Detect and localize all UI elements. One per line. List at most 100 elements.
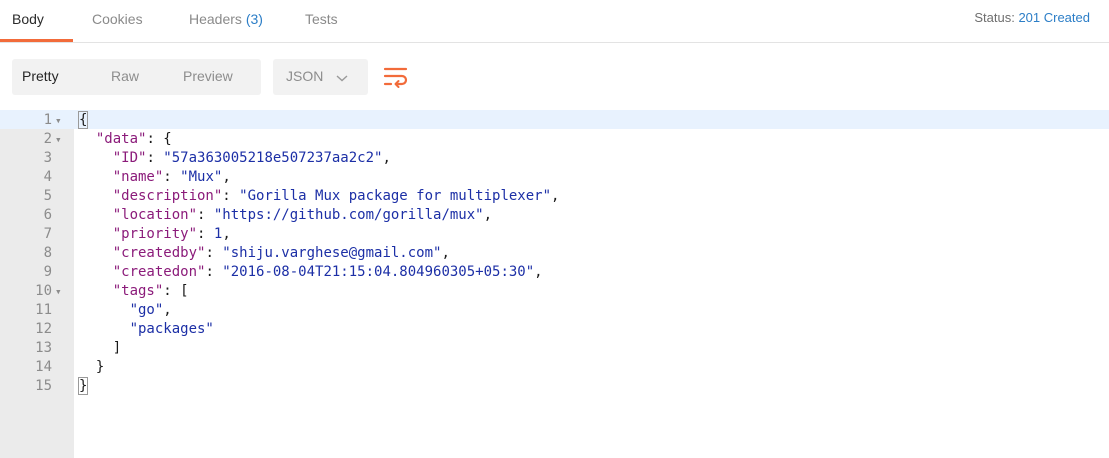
line-number: 3 <box>43 150 52 166</box>
line-number: 4 <box>43 169 52 185</box>
code-text: "ID": "57a363005218e507237aa2c2", <box>79 149 391 168</box>
line-number: 10 <box>35 283 52 299</box>
line-number: 12 <box>35 321 52 337</box>
json-punctuation: { <box>77 111 89 129</box>
json-key: "description" <box>112 188 223 204</box>
wrap-lines-button[interactable] <box>381 62 411 92</box>
code-text: "name": "Mux", <box>79 168 231 187</box>
format-select[interactable]: JSON <box>273 59 368 95</box>
code-text: "priority": 1, <box>79 225 231 244</box>
wrap-lines-icon <box>381 67 411 96</box>
json-punctuation: } <box>95 359 105 375</box>
json-punctuation: : <box>163 169 181 185</box>
json-key: "location" <box>112 207 198 223</box>
status-value: 201 Created <box>1018 10 1090 25</box>
json-key: "name" <box>112 169 164 185</box>
json-value: "Gorilla Mux package for multiplexer" <box>239 188 552 204</box>
tab-headers[interactable]: Headers (3) <box>189 11 263 27</box>
code-text: "go", <box>79 301 172 320</box>
fold-toggle-icon[interactable]: ▾ <box>55 111 62 130</box>
fold-toggle-icon[interactable]: ▾ <box>55 130 62 149</box>
line-number: 14 <box>35 359 52 375</box>
view-mode-raw[interactable]: Raw <box>111 68 139 84</box>
code-text: ] <box>79 339 121 358</box>
json-punctuation: } <box>77 377 89 395</box>
line-number: 15 <box>35 378 52 394</box>
json-value: "57a363005218e507237aa2c2" <box>163 150 383 166</box>
code-line: 3 "ID": "57a363005218e507237aa2c2", <box>0 149 1109 168</box>
code-line: 8 "createdby": "shiju.varghese@gmail.com… <box>0 244 1109 263</box>
view-mode-pretty[interactable]: Pretty <box>22 68 59 84</box>
json-key: "data" <box>95 131 147 147</box>
status-label: Status: <box>974 10 1015 25</box>
code-line: 14 } <box>0 358 1109 377</box>
code-line: 11 "go", <box>0 301 1109 320</box>
code-text: "createdon": "2016-08-04T21:15:04.804960… <box>79 263 543 282</box>
json-key: "priority" <box>112 226 198 242</box>
json-punctuation: : <box>222 188 240 204</box>
tab-tests[interactable]: Tests <box>305 11 338 27</box>
line-number: 11 <box>35 302 52 318</box>
json-punctuation: , <box>483 207 493 223</box>
view-mode-preview[interactable]: Preview <box>183 68 233 84</box>
view-mode-segmented-control: Pretty Raw Preview <box>12 59 261 95</box>
response-tab-bar: Body Cookies Headers (3) Tests Status: 2… <box>0 0 1109 43</box>
code-line: 12 "packages" <box>0 320 1109 339</box>
fold-toggle-icon[interactable]: ▾ <box>55 282 62 301</box>
json-punctuation: : <box>146 150 164 166</box>
json-punctuation: : <box>197 226 214 242</box>
json-punctuation: : <box>205 245 223 261</box>
code-line: 7 "priority": 1, <box>0 225 1109 244</box>
tab-headers-label: Headers <box>189 11 242 27</box>
json-punctuation: : [ <box>163 283 189 299</box>
line-number: 2 <box>43 131 52 147</box>
code-line: 1 ▾ { <box>0 111 1109 130</box>
json-punctuation: , <box>534 264 543 280</box>
code-text: "location": "https://github.com/gorilla/… <box>79 206 492 225</box>
code-line: 6 "location": "https://github.com/gorill… <box>0 206 1109 225</box>
code-text: { <box>77 111 89 130</box>
json-key: "ID" <box>112 150 147 166</box>
line-number: 5 <box>43 188 52 204</box>
json-punctuation: , <box>222 169 231 185</box>
code-line: 15} <box>0 377 1109 396</box>
code-line: 2 ▾ "data": { <box>0 130 1109 149</box>
format-select-value: JSON <box>286 68 324 84</box>
code-text: "data": { <box>79 130 172 149</box>
response-status: Status: 201 Created <box>974 10 1090 25</box>
line-number: 8 <box>43 245 52 261</box>
json-punctuation: , <box>382 150 391 166</box>
code-text: "packages" <box>79 320 214 339</box>
line-number: 1 <box>43 112 52 128</box>
code-text: } <box>77 377 89 396</box>
json-value: "go" <box>129 302 164 318</box>
tab-body[interactable]: Body <box>12 11 44 27</box>
body-toolbar: Pretty Raw Preview JSON <box>0 42 1109 106</box>
json-punctuation: , <box>551 188 560 204</box>
json-key: "tags" <box>112 283 164 299</box>
chevron-down-icon <box>335 70 349 88</box>
json-key: "createdby" <box>112 245 206 261</box>
line-number: 7 <box>43 226 52 242</box>
json-punctuation: : { <box>146 131 172 147</box>
json-punctuation: , <box>441 245 450 261</box>
json-punctuation: , <box>222 226 231 242</box>
code-line: 5 "description": "Gorilla Mux package fo… <box>0 187 1109 206</box>
json-punctuation: : <box>205 264 223 280</box>
code-text: "description": "Gorilla Mux package for … <box>79 187 560 206</box>
response-body-editor[interactable]: 1 ▾{2 ▾ "data": {3 "ID": "57a363005218e507… <box>0 110 1109 458</box>
json-value: "https://github.com/gorilla/mux" <box>213 207 484 223</box>
json-punctuation: , <box>163 302 172 318</box>
code-line: 4 "name": "Mux", <box>0 168 1109 187</box>
code-line: 10 ▾ "tags": [ <box>0 282 1109 301</box>
headers-count-badge: (3) <box>245 11 263 27</box>
json-value: "2016-08-04T21:15:04.804960305+05:30" <box>222 264 535 280</box>
json-key: "createdon" <box>112 264 206 280</box>
code-text: "createdby": "shiju.varghese@gmail.com", <box>79 244 450 263</box>
json-value: "packages" <box>129 321 214 337</box>
line-number: 6 <box>43 207 52 223</box>
line-number: 9 <box>43 264 52 280</box>
tab-cookies[interactable]: Cookies <box>92 11 143 27</box>
json-value: "shiju.varghese@gmail.com" <box>222 245 442 261</box>
code-text: "tags": [ <box>79 282 189 301</box>
